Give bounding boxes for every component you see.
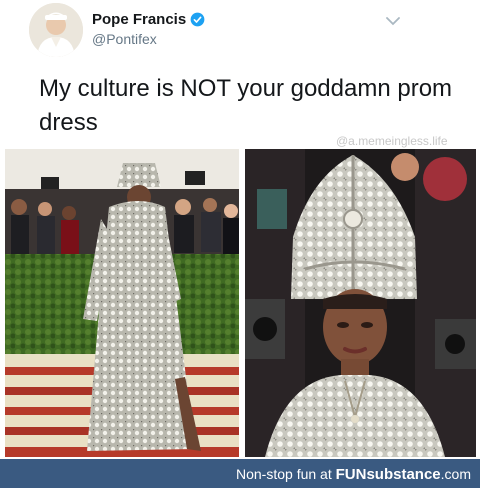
tweet-header: Pope Francis @Pontifex [0, 0, 480, 62]
footer-banner[interactable]: Non-stop fun at FUNsubstance.com [0, 459, 480, 488]
tweet-text: My culture is NOT your goddamn prom dres… [39, 75, 453, 136]
footer-suffix: .com [440, 466, 471, 482]
display-name[interactable]: Pope Francis [92, 11, 205, 28]
chevron-down-icon[interactable] [386, 16, 400, 26]
handle[interactable]: @Pontifex [92, 31, 157, 47]
footer-prefix: Non-stop fun at [236, 466, 336, 482]
avatar[interactable] [29, 3, 83, 57]
right-photo [245, 149, 476, 457]
left-photo [5, 149, 239, 457]
verified-badge-icon [190, 12, 205, 27]
watermark: @a.memeingless.life [336, 134, 448, 148]
footer-brand: FUNsubstance [335, 466, 441, 483]
display-name-text: Pope Francis [92, 11, 187, 28]
footer-text: Non-stop fun at FUNsubstance.com [236, 466, 471, 483]
